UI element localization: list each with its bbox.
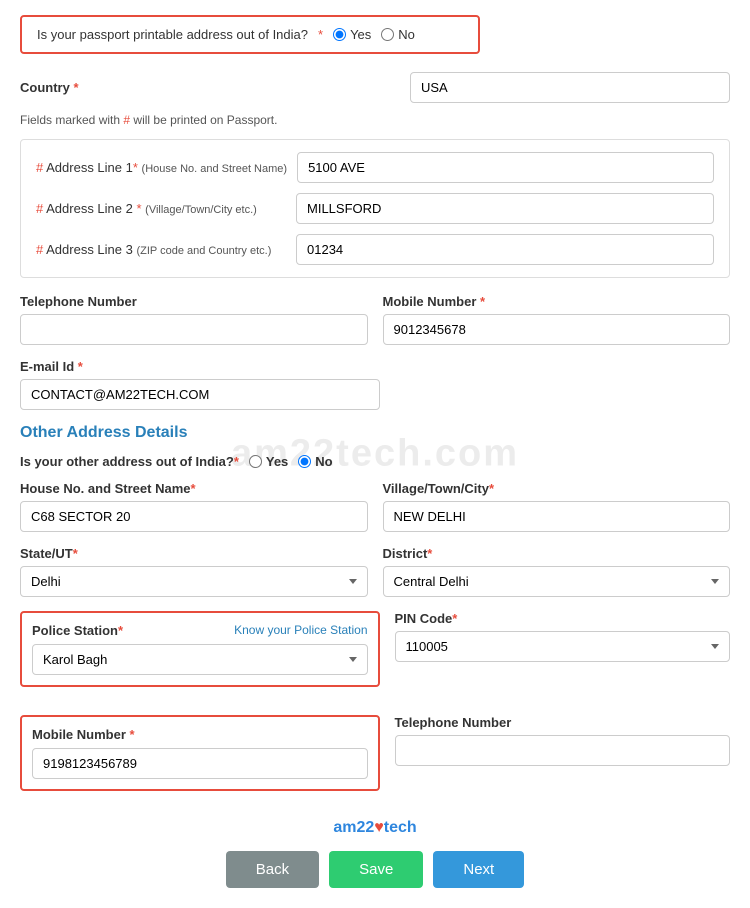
- passport-yes-label: Yes: [350, 27, 371, 42]
- police-station-box: Police Station* Know your Police Station…: [20, 611, 380, 687]
- telephone-field: Telephone Number: [20, 294, 368, 345]
- state-select[interactable]: Delhi Maharashtra Karnataka Tamil Nadu U…: [20, 566, 368, 597]
- fields-note: Fields marked with # will be printed on …: [20, 113, 730, 127]
- other-mobile-label: Mobile Number *: [32, 727, 135, 742]
- pin-code-select[interactable]: 110005 110001 110002 110003: [395, 631, 731, 662]
- footer-am22: am22: [333, 819, 374, 836]
- back-button[interactable]: Back: [226, 851, 319, 888]
- tel-mobile-row: Telephone Number Mobile Number *: [20, 294, 730, 345]
- country-label: Country *: [20, 80, 79, 95]
- pin-code-label: PIN Code*: [395, 611, 731, 626]
- district-select[interactable]: Central Delhi North Delhi South Delhi Ea…: [383, 566, 731, 597]
- house-street-input[interactable]: [20, 501, 368, 532]
- state-district-row: State/UT* Delhi Maharashtra Karnataka Ta…: [20, 546, 730, 597]
- telephone-input[interactable]: [20, 314, 368, 345]
- passport-question-label: Is your passport printable address out o…: [37, 27, 308, 42]
- address-line1-wrapper: [297, 152, 714, 183]
- other-telephone-input[interactable]: [395, 735, 731, 766]
- arrow-annotation: [735, 34, 750, 102]
- address-section: # Address Line 1* (House No. and Street …: [20, 139, 730, 278]
- passport-yes-radio[interactable]: [333, 28, 346, 41]
- address-line1-row: # Address Line 1* (House No. and Street …: [36, 152, 714, 183]
- village-field: Village/Town/City*: [383, 481, 731, 532]
- house-street-label: House No. and Street Name*: [20, 481, 368, 496]
- email-input[interactable]: [20, 379, 380, 410]
- passport-question-box: Is your passport printable address out o…: [20, 15, 480, 54]
- passport-no-label: No: [398, 27, 415, 42]
- address-line3-wrapper: [296, 234, 714, 265]
- hash-symbol: #: [123, 113, 130, 127]
- passport-no-radio[interactable]: [381, 28, 394, 41]
- am22-footer-brand: am22♥tech: [20, 819, 730, 837]
- police-station-label: Police Station*: [32, 623, 123, 638]
- other-telephone-label: Telephone Number: [395, 715, 731, 730]
- other-mobile-box: Mobile Number *: [20, 715, 380, 791]
- other-addr-radio-group: Yes No: [249, 454, 333, 469]
- passport-radio-group: Yes No: [333, 27, 415, 42]
- passport-yes-option[interactable]: Yes: [333, 27, 371, 42]
- footer-heart: ♥: [374, 819, 384, 836]
- address-line3-input[interactable]: [296, 234, 714, 265]
- other-mobile-label-row: Mobile Number *: [32, 727, 368, 742]
- state-field: State/UT* Delhi Maharashtra Karnataka Ta…: [20, 546, 368, 597]
- pin-code-field: PIN Code* 110005 110001 110002 110003: [395, 611, 731, 701]
- action-buttons: Back Save Next: [20, 851, 730, 888]
- other-addr-yes-option[interactable]: Yes: [249, 454, 288, 469]
- email-label: E-mail Id *: [20, 359, 730, 374]
- footer-tech: tech: [384, 819, 417, 836]
- other-address-title: Other Address Details: [20, 424, 730, 442]
- telephone-label: Telephone Number: [20, 294, 368, 309]
- address-line1-input[interactable]: [297, 152, 714, 183]
- district-label: District*: [383, 546, 731, 561]
- address-line2-label: # Address Line 2 * (Village/Town/City et…: [36, 201, 286, 216]
- other-telephone-field: Telephone Number: [395, 715, 731, 805]
- police-station-select[interactable]: Karol Bagh Connaught Place Paharganj Cha…: [32, 644, 368, 675]
- other-addr-no-option[interactable]: No: [298, 454, 332, 469]
- police-pin-row: Police Station* Know your Police Station…: [20, 611, 730, 701]
- other-addr-question: Is your other address out of India?* Yes…: [20, 454, 730, 469]
- other-addr-yes-label: Yes: [266, 454, 288, 469]
- police-station-label-row: Police Station* Know your Police Station: [32, 623, 368, 638]
- state-label: State/UT*: [20, 546, 368, 561]
- house-street-field: House No. and Street Name*: [20, 481, 368, 532]
- address-line1-label: # Address Line 1* (House No. and Street …: [36, 160, 287, 175]
- address-line2-row: # Address Line 2 * (Village/Town/City et…: [36, 193, 714, 224]
- country-required-star: *: [73, 80, 78, 95]
- other-mobile-tel-row: Mobile Number * Telephone Number: [20, 715, 730, 805]
- village-label: Village/Town/City*: [383, 481, 731, 496]
- know-police-link[interactable]: Know your Police Station: [234, 623, 367, 638]
- next-button[interactable]: Next: [433, 851, 524, 888]
- village-input[interactable]: [383, 501, 731, 532]
- mobile-input[interactable]: [383, 314, 731, 345]
- other-addr-no-radio[interactable]: [298, 455, 311, 468]
- mobile-field: Mobile Number *: [383, 294, 731, 345]
- passport-no-option[interactable]: No: [381, 27, 415, 42]
- country-select-wrapper: USA India UK Canada Australia: [410, 72, 730, 103]
- address-line3-label: # Address Line 3 (ZIP code and Country e…: [36, 242, 286, 257]
- country-select[interactable]: USA India UK Canada Australia: [410, 72, 730, 103]
- save-button[interactable]: Save: [329, 851, 423, 888]
- country-row: Country * USA India UK Canada Australia: [20, 72, 730, 103]
- other-addr-question-label: Is your other address out of India?*: [20, 454, 239, 469]
- house-village-row: House No. and Street Name* Village/Town/…: [20, 481, 730, 532]
- address-line2-input[interactable]: [296, 193, 714, 224]
- email-field-wrapper: E-mail Id *: [20, 359, 730, 410]
- address-line2-wrapper: [296, 193, 714, 224]
- address-line3-row: # Address Line 3 (ZIP code and Country e…: [36, 234, 714, 265]
- district-field: District* Central Delhi North Delhi Sout…: [383, 546, 731, 597]
- other-addr-no-label: No: [315, 454, 332, 469]
- mobile-label: Mobile Number *: [383, 294, 731, 309]
- other-addr-yes-radio[interactable]: [249, 455, 262, 468]
- other-mobile-input[interactable]: [32, 748, 368, 779]
